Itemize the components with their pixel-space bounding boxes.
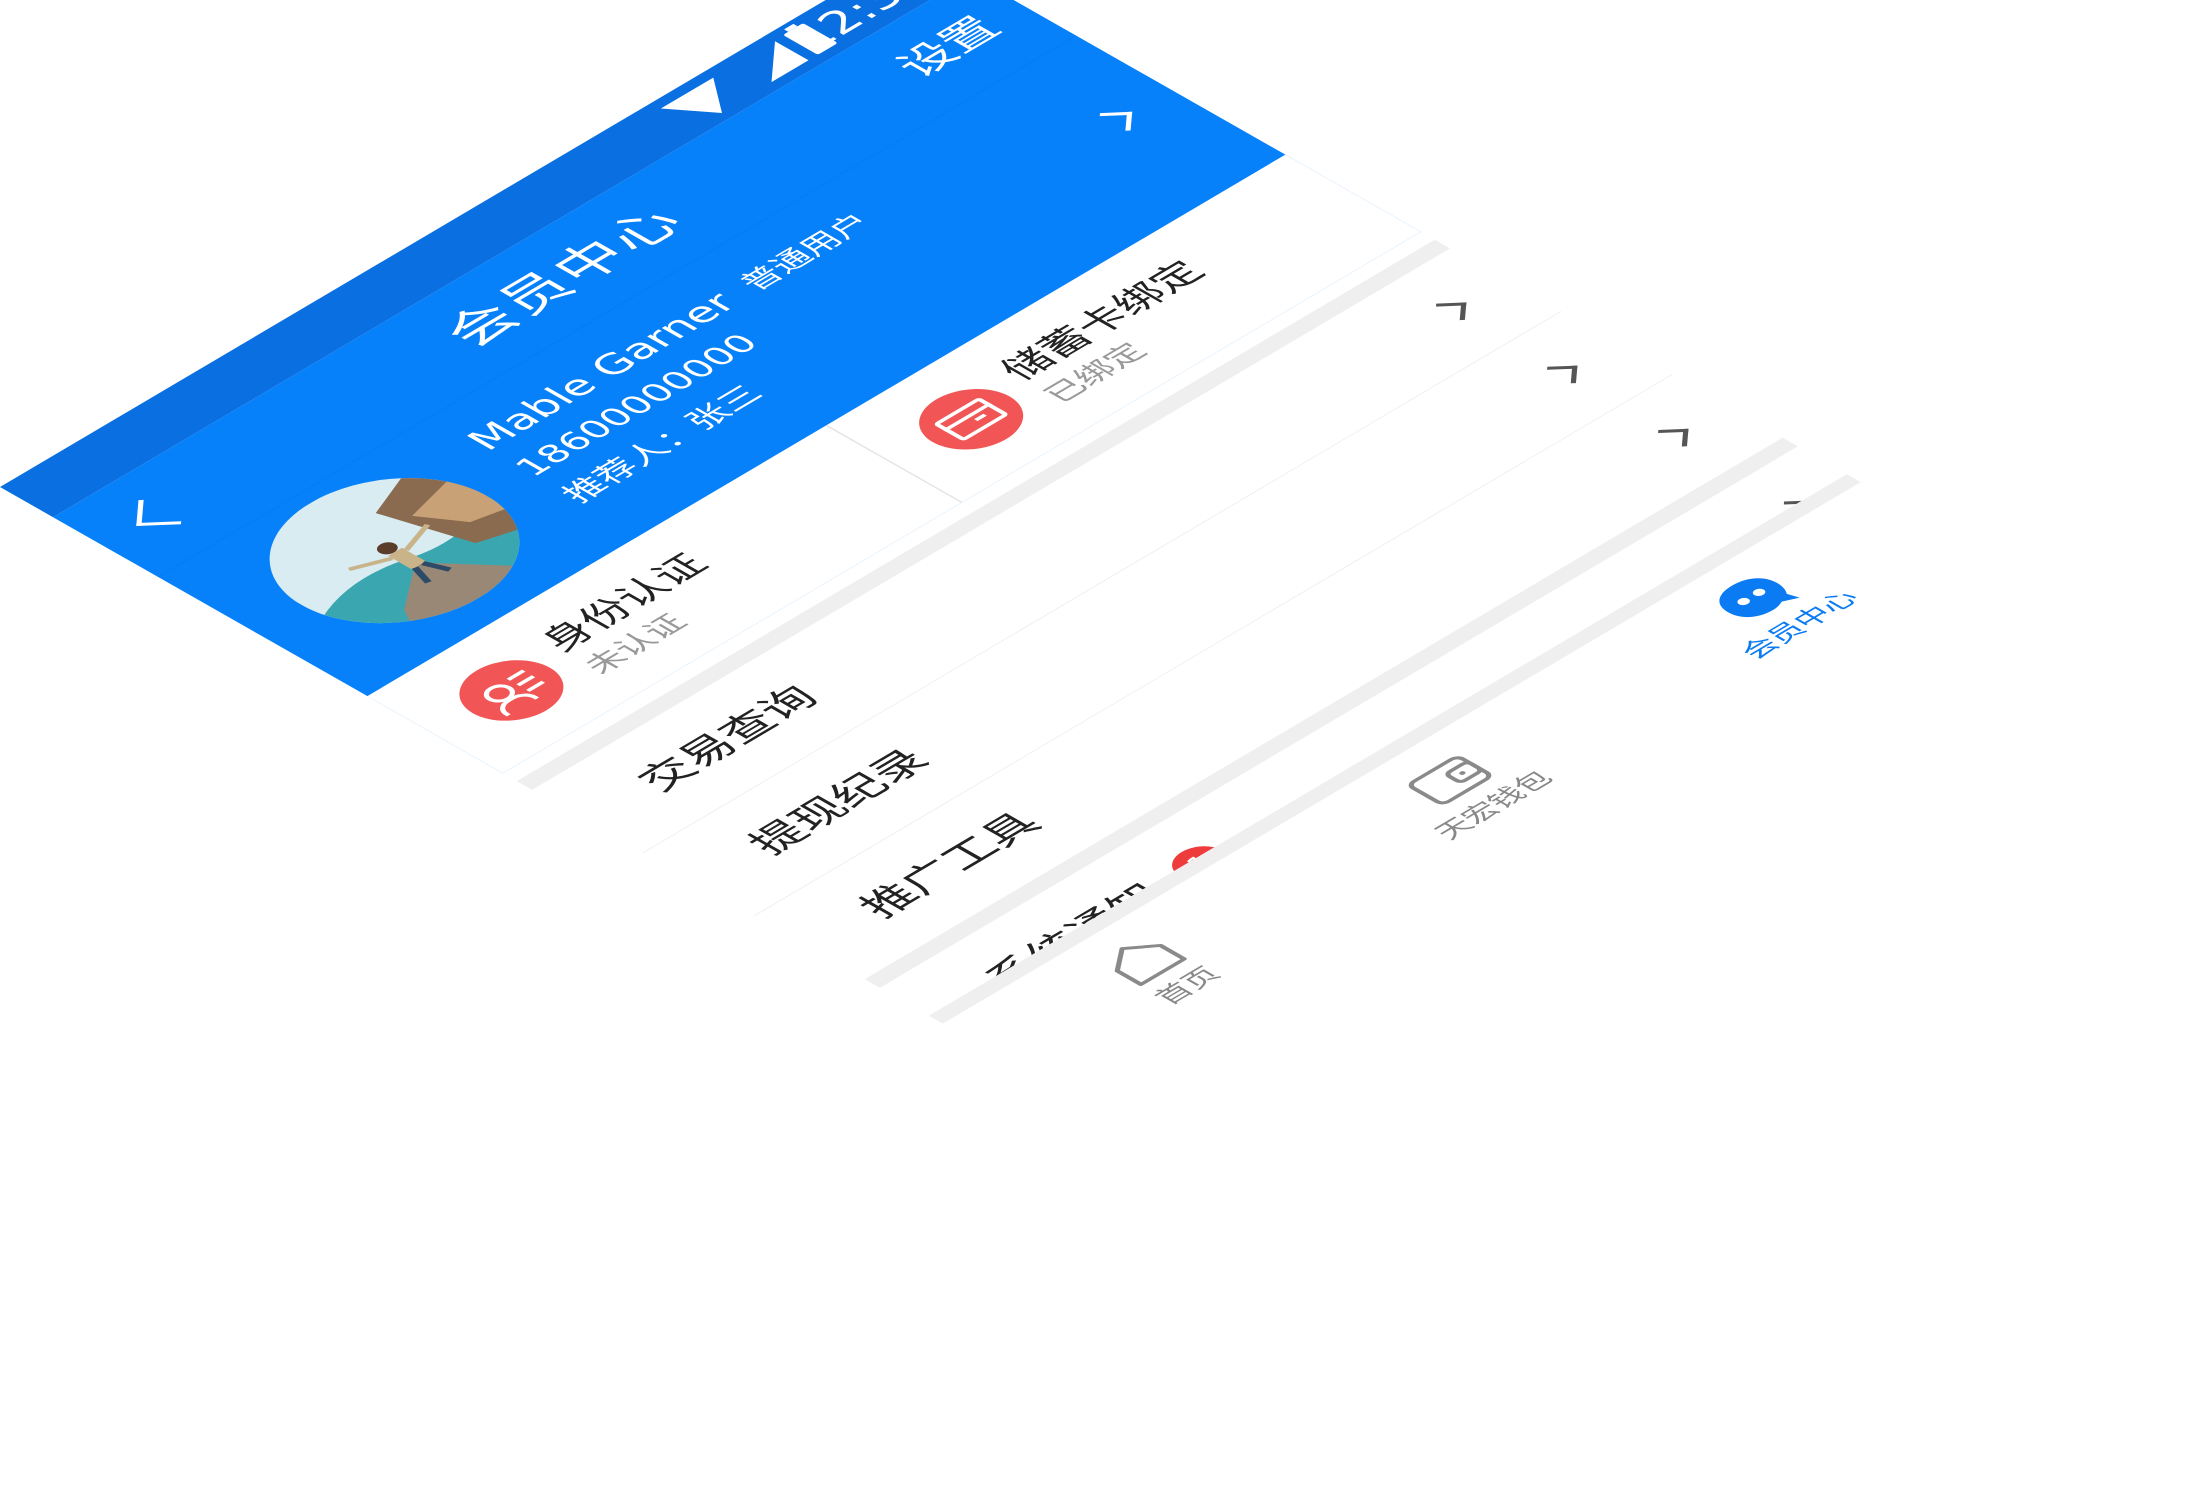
phone-screen: 12:30 会员中心 设置 Mable Garner 普通用户 18600000… (0, 0, 2020, 1114)
chevron-right-icon (1098, 111, 1133, 132)
id-card-icon (437, 647, 585, 734)
chevron-right-icon (1656, 428, 1689, 448)
bank-card-icon (897, 376, 1045, 462)
signal-icon (737, 41, 809, 83)
chevron-right-icon (1545, 365, 1578, 385)
chevron-right-icon (1434, 302, 1467, 322)
